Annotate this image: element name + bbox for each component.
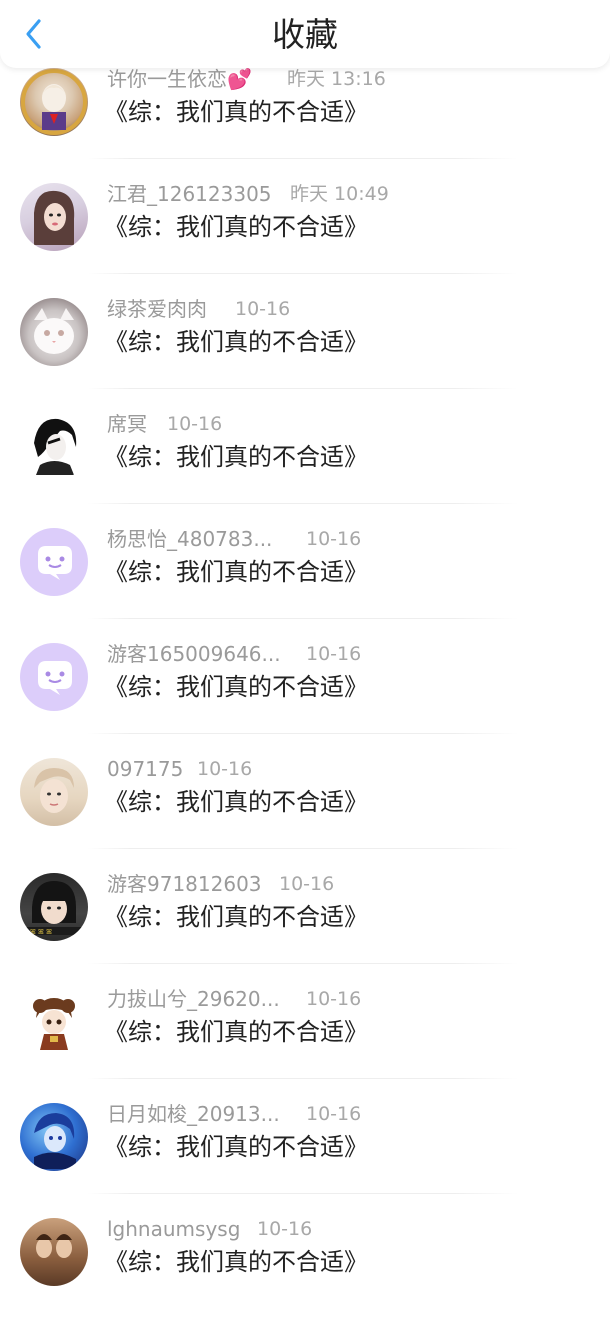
item-meta: 席冥 10-16 [107,409,222,439]
default-chat-avatar[interactable] [20,528,88,596]
user-name: 席冥 [107,412,147,436]
favorite-item[interactable]: 江君_126123305 昨天 10:49 《综：我们真的不合适》 [0,182,610,298]
favorite-item[interactable]: 绿茶爱肉肉 10-16 《综：我们真的不合适》 [0,297,610,413]
divider [88,618,518,619]
favorite-item[interactable]: 097175 10-16 《综：我们真的不合适》 [0,757,610,873]
item-meta: 游客971812603 10-16 [107,869,334,899]
book-title[interactable]: 《综：我们真的不合适》 [104,1014,368,1050]
user-name: 097175 [107,757,184,781]
user-avatar[interactable] [20,183,88,251]
divider [88,503,518,504]
item-meta: 杨思怡_480783... 10-16 [107,524,361,554]
favorite-time: 10-16 [306,528,362,550]
item-meta: 绿茶爱肉肉 10-16 [107,294,290,324]
book-title[interactable]: 《综：我们真的不合适》 [104,439,368,475]
item-meta: 日月如梭_20913... 10-16 [107,1099,361,1129]
user-name: 杨思怡_480783... [107,527,273,551]
favorite-item[interactable]: 杨思怡_480783... 10-16 《综：我们真的不合适》 [0,527,610,643]
favorite-time: 10-16 [167,413,223,435]
favorite-time: 10-16 [279,873,335,895]
item-meta: 097175 10-16 [107,754,252,784]
user-name: 绿茶爱肉肉 [107,297,207,321]
page-title: 收藏 [272,15,338,54]
svg-text:ꕤ ꕤ ꕤ: ꕤ ꕤ ꕤ [30,928,52,936]
book-title[interactable]: 《综：我们真的不合适》 [104,1244,368,1280]
book-title[interactable]: 《综：我们真的不合适》 [104,784,368,820]
user-avatar[interactable] [20,68,88,136]
divider [88,733,518,734]
divider [88,388,518,389]
favorite-item[interactable]: ꕤ ꕤ ꕤ 游客971812603 10-16 《综：我们真的不合适》 [0,872,610,988]
favorite-item[interactable]: 日月如梭_20913... 10-16 《综：我们真的不合适》 [0,1102,610,1218]
divider [88,158,518,159]
divider [88,1078,518,1079]
favorite-time: 昨天 10:49 [290,183,389,205]
user-name: 江君_126123305 [107,182,272,206]
divider [88,848,518,849]
favorite-time: 10-16 [306,643,362,665]
favorite-item[interactable]: 席冥 10-16 《综：我们真的不合适》 [0,412,610,528]
user-name: 力拔山兮_29620... [107,987,280,1011]
user-avatar[interactable] [20,758,88,826]
favorite-item[interactable]: 许你一生依恋💕 昨天 13:16 《综：我们真的不合适》 [0,67,610,183]
favorite-time: 10-16 [257,1218,313,1240]
book-title[interactable]: 《综：我们真的不合适》 [104,209,368,245]
user-name: lghnaumsysg [107,1217,241,1241]
book-title[interactable]: 《综：我们真的不合适》 [104,554,368,590]
book-title[interactable]: 《综：我们真的不合适》 [104,899,368,935]
item-meta: lghnaumsysg 10-16 [107,1214,312,1244]
favorite-time: 10-16 [306,1103,362,1125]
item-meta: 力拔山兮_29620... 10-16 [107,984,361,1014]
book-title[interactable]: 《综：我们真的不合适》 [104,324,368,360]
user-avatar[interactable] [20,988,88,1056]
divider [88,963,518,964]
item-meta: 许你一生依恋💕 昨天 13:16 [107,64,386,94]
user-name: 日月如梭_20913... [107,1102,280,1126]
user-name: 游客165009646... [107,642,281,666]
favorite-item[interactable]: 游客165009646... 10-16 《综：我们真的不合适》 [0,642,610,758]
item-meta: 游客165009646... 10-16 [107,639,361,669]
favorite-item[interactable]: lghnaumsysg 10-16 《综：我们真的不合适》 [0,1217,610,1333]
divider [88,1193,518,1194]
book-title[interactable]: 《综：我们真的不合适》 [104,94,368,130]
item-meta: 江君_126123305 昨天 10:49 [107,179,389,209]
favorite-time: 10-16 [197,758,253,780]
user-avatar[interactable] [20,1103,88,1171]
header-bar: 收藏 [0,0,610,68]
user-name: 许你一生依恋💕 [107,67,252,91]
user-avatar[interactable] [20,298,88,366]
user-avatar[interactable]: ꕤ ꕤ ꕤ [20,873,88,941]
book-title[interactable]: 《综：我们真的不合适》 [104,1129,368,1165]
divider [88,273,518,274]
user-name: 游客971812603 [107,872,262,896]
favorite-time: 10-16 [306,988,362,1010]
favorite-item[interactable]: 力拔山兮_29620... 10-16 《综：我们真的不合适》 [0,987,610,1103]
default-chat-avatar[interactable] [20,643,88,711]
favorite-time: 昨天 13:16 [287,68,386,90]
book-title[interactable]: 《综：我们真的不合适》 [104,669,368,705]
user-avatar[interactable] [20,1218,88,1286]
user-avatar[interactable] [20,413,88,481]
favorite-time: 10-16 [235,298,291,320]
